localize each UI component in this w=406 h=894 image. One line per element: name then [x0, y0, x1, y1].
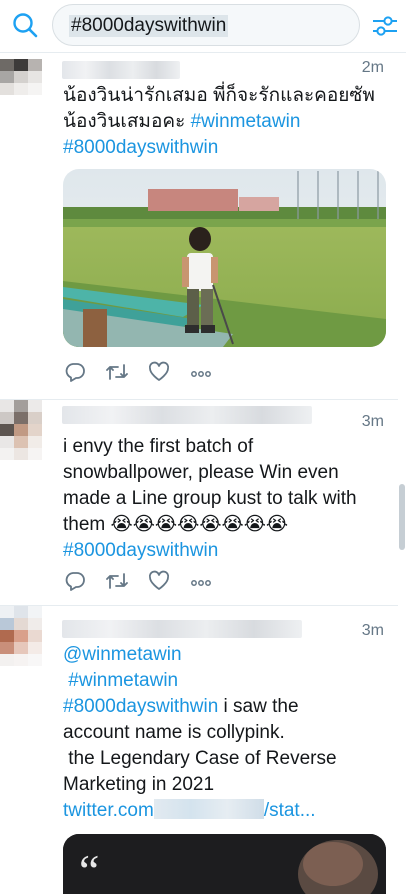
author-name[interactable] [62, 620, 302, 638]
tweet-text: i envy the first batch of snowballpower,… [63, 434, 391, 564]
url-link[interactable]: twitter.com [63, 800, 154, 821]
sliders-icon[interactable] [371, 12, 399, 40]
scrollbar-thumb[interactable] [399, 484, 405, 550]
redacted-url [153, 799, 264, 819]
tweet[interactable]: 3m @winmetawin #winmetawin #8000dayswith… [0, 606, 398, 894]
tweet-actions [64, 570, 224, 594]
tweet-line-text: น้องวินเสมอคะ [63, 111, 191, 132]
tweet-line: account name is collypink. [63, 722, 285, 743]
tweet-line: the Legendary Case of Reverse [68, 748, 337, 769]
photo-golf-boy [63, 169, 386, 347]
tweet-time: 2m [361, 59, 384, 76]
heart-icon[interactable] [148, 361, 170, 383]
avatar[interactable] [0, 606, 42, 668]
hashtag-link[interactable]: #8000dayswithwin [63, 696, 218, 717]
search-query[interactable]: #8000dayswithwin [69, 15, 229, 37]
tweet-time: 3m [361, 413, 384, 430]
hashtag-link[interactable]: #winmetawin [68, 670, 178, 691]
tweet-time: 3m [361, 622, 384, 639]
more-icon[interactable] [190, 570, 212, 592]
tweet-actions [64, 361, 224, 385]
hashtag-link[interactable]: #8000dayswithwin [63, 137, 218, 158]
tweet[interactable]: 3m i envy the first batch of snowballpow… [0, 400, 398, 606]
more-icon[interactable] [190, 361, 212, 383]
mention-link[interactable]: @winmetawin [63, 644, 182, 665]
tweet-photo[interactable] [63, 169, 386, 347]
tweet-url-line: twitter.com/stat... [63, 798, 391, 824]
tweet-line: น้องวินน่ารักเสมอ พี่ก็จะรักและคอยซัพ [63, 85, 375, 106]
author-name[interactable] [62, 61, 180, 79]
hashtag-link[interactable]: #8000dayswithwin [63, 540, 218, 561]
tweet-line: made a Line group kust to talk with [63, 488, 357, 509]
tweet-photo[interactable]: “ [63, 834, 386, 894]
hashtag-link[interactable]: #winmetawin [191, 111, 301, 132]
photo-quote-card: “ [63, 834, 386, 894]
tweet-line: น้องวินเสมอคะ #winmetawin [63, 109, 391, 135]
tweet-line: i envy the first batch of [63, 436, 254, 457]
search-icon[interactable] [12, 12, 38, 38]
retweet-icon[interactable] [105, 361, 129, 383]
author-name[interactable] [62, 406, 312, 424]
quote-mark-icon: “ [79, 845, 99, 894]
tweet-line: them 😭😭😭😭😭😭😭😭 [63, 514, 289, 535]
heart-icon[interactable] [148, 570, 170, 592]
url-link-tail[interactable]: /stat... [264, 800, 316, 821]
avatar[interactable] [0, 59, 42, 107]
tweet-text: @winmetawin #winmetawin #8000dayswithwin… [63, 642, 391, 824]
search-header: #8000dayswithwin [0, 0, 406, 53]
retweet-icon[interactable] [105, 570, 129, 592]
tweet-line: snowballpower, please Win even [63, 462, 339, 483]
search-input[interactable]: #8000dayswithwin [52, 4, 360, 46]
tweet-line-text: i saw the [218, 696, 299, 717]
reply-icon[interactable] [64, 361, 86, 383]
tweet-text: น้องวินน่ารักเสมอ พี่ก็จะรักและคอยซัพ น้… [63, 83, 391, 161]
avatar[interactable] [0, 400, 42, 462]
reply-icon[interactable] [64, 570, 86, 592]
tweet[interactable]: 2m น้องวินน่ารักเสมอ พี่ก็จะรักและคอยซัพ… [0, 53, 398, 400]
tweet-line: Marketing in 2021 [63, 774, 215, 795]
